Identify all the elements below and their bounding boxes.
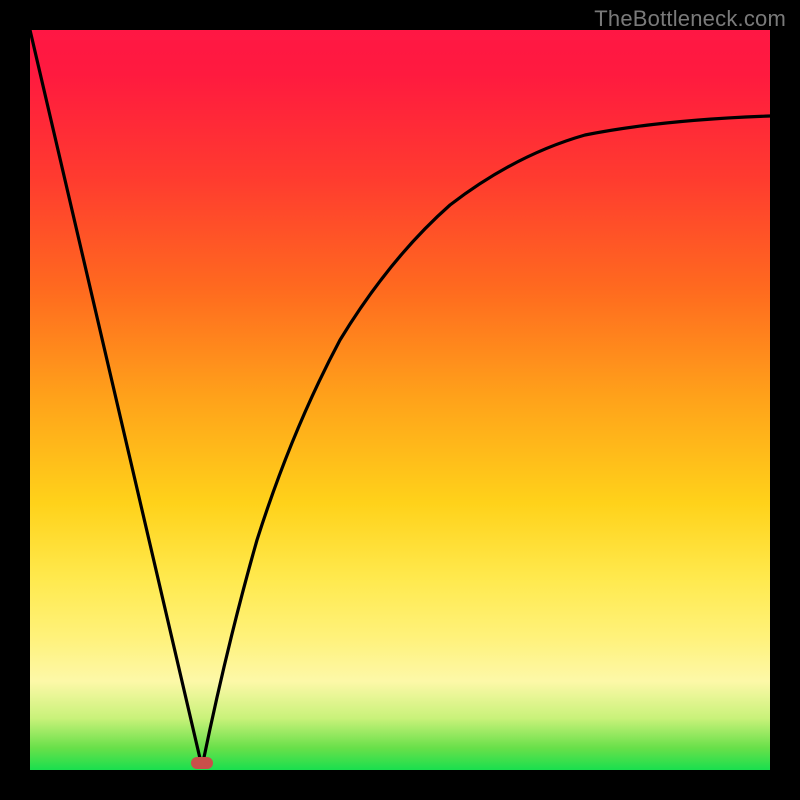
chart-frame: TheBottleneck.com [0,0,800,800]
watermark-text: TheBottleneck.com [594,6,786,32]
curve-right-branch [202,116,770,767]
bottleneck-curve [30,30,770,770]
min-marker [191,757,213,769]
curve-left-branch [30,30,202,767]
plot-area [30,30,770,770]
